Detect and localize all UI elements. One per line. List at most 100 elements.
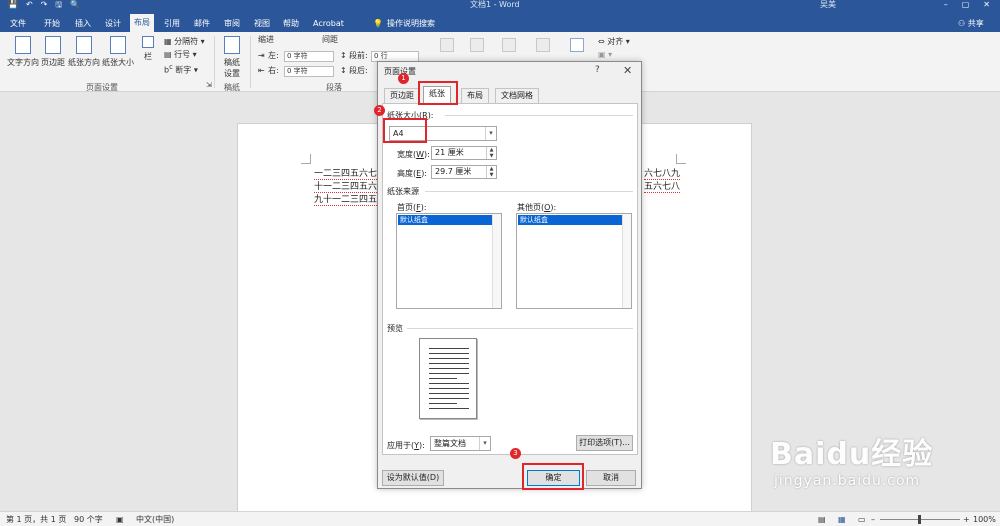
zoom-in-icon[interactable]: +	[963, 513, 970, 526]
first-page-tray-item[interactable]: 默认纸盒	[398, 215, 492, 225]
redo-icon[interactable]: ↷	[41, 0, 48, 10]
first-page-tray-list[interactable]: 默认纸盒	[396, 213, 502, 309]
preview-line	[429, 408, 469, 409]
close-icon[interactable]: ✕	[623, 64, 632, 77]
tab-help[interactable]: 帮助	[279, 15, 303, 32]
tab-home[interactable]: 开始	[40, 15, 64, 32]
doc-line-2-right: 五六七八	[644, 182, 681, 193]
page-setup-launcher-icon[interactable]: ⇲	[206, 80, 212, 91]
zoom-level[interactable]: 100%	[973, 513, 996, 526]
hyphenation-label: 断字	[175, 65, 192, 75]
other-pages-tray-item[interactable]: 默认纸盒	[518, 215, 622, 225]
tab-insert[interactable]: 插入	[71, 15, 95, 32]
draft-paper-label: 稿纸 设置	[224, 58, 240, 78]
orientation-button[interactable]: 纸张方向	[67, 36, 101, 68]
height-input[interactable]: 29.7 厘米 ▲ ▼	[431, 165, 497, 179]
macro-icon[interactable]: ▣	[116, 513, 124, 526]
width-input[interactable]: 21 厘米 ▲ ▼	[431, 146, 497, 160]
print-preview-icon[interactable]: 🖫	[55, 0, 62, 10]
position-icon[interactable]	[440, 38, 454, 52]
tell-me-search[interactable]: 💡 操作说明搜索	[373, 15, 435, 32]
line-numbers-button[interactable]: ▤ 行号 ▾	[164, 49, 197, 60]
text-direction-button[interactable]: 文字方向	[6, 36, 40, 68]
tab-file[interactable]: 文件	[6, 15, 30, 32]
print-layout-icon[interactable]: ▦	[838, 513, 846, 526]
size-button[interactable]: 纸张大小	[101, 36, 135, 68]
step-marker-2: 2	[374, 105, 385, 116]
list-scrollbar[interactable]	[622, 214, 631, 308]
align-button[interactable]: ⇔ 对齐 ▾	[598, 36, 630, 47]
width-value: 21 厘米	[435, 148, 464, 157]
draft-paper-icon	[224, 36, 240, 54]
tab-view[interactable]: 视图	[250, 15, 274, 32]
breaks-button[interactable]: ▦ 分隔符 ▾	[164, 36, 205, 47]
search-icon[interactable]: 🔍	[70, 0, 80, 10]
margins-button[interactable]: 页边距	[40, 36, 66, 68]
language[interactable]: 中文(中国)	[136, 513, 174, 526]
section-divider	[425, 191, 633, 192]
preview-line	[429, 398, 469, 399]
tab-document-grid[interactable]: 文档网格	[495, 88, 539, 103]
tab-acrobat[interactable]: Acrobat	[309, 15, 348, 32]
group-icon[interactable]: ▣ ▾	[598, 49, 612, 60]
step-marker-3: 3	[510, 448, 521, 459]
word-count[interactable]: 90 个字	[74, 513, 103, 526]
share-button[interactable]: ⚇ 共享	[958, 15, 984, 32]
height-value: 29.7 厘米	[435, 167, 472, 176]
help-icon[interactable]: ?	[595, 65, 600, 75]
section-divider	[407, 328, 633, 329]
tab-layout-dialog[interactable]: 布局	[461, 88, 489, 103]
spin-down-icon[interactable]: ▼	[486, 172, 496, 178]
selection-pane-icon[interactable]	[570, 38, 584, 52]
tab-mailings[interactable]: 邮件	[190, 15, 214, 32]
document-text-left[interactable]: 一二三四五六七 十一二三四五六 九十一二三四五	[314, 168, 378, 207]
highlight-paper-size	[383, 118, 427, 143]
document-text-right[interactable]: 六七八九 五六七八	[644, 168, 681, 194]
first-page-label: 首页(F):	[397, 203, 427, 212]
hyphenation-button[interactable]: bc 断字 ▾	[164, 62, 198, 76]
user-name[interactable]: 吴美	[820, 0, 836, 10]
spin-down-icon[interactable]: ▼	[486, 153, 496, 159]
chevron-down-icon: ▾	[485, 127, 496, 140]
columns-button[interactable]: 栏	[139, 36, 157, 62]
orientation-label: 纸张方向	[68, 58, 100, 67]
share-label: 共享	[967, 19, 984, 28]
zoom-slider-thumb[interactable]	[918, 515, 921, 524]
tab-design[interactable]: 设计	[101, 15, 125, 32]
other-pages-tray-list[interactable]: 默认纸盒	[516, 213, 632, 309]
wrap-text-icon[interactable]	[470, 38, 484, 52]
save-icon[interactable]: 💾	[8, 0, 18, 10]
web-layout-icon[interactable]: ▭	[858, 513, 866, 526]
zoom-out-icon[interactable]: –	[871, 513, 875, 526]
highlight-ok-button	[522, 463, 584, 490]
paper-source-label: 纸张来源	[387, 187, 419, 196]
indent-left-input[interactable]: 0 字符	[284, 51, 334, 62]
close-window-icon[interactable]: ✕	[983, 0, 990, 10]
apply-to-select[interactable]: 整篇文档 ▾	[430, 436, 491, 451]
tab-layout[interactable]: 布局	[130, 14, 154, 32]
maximize-icon[interactable]: ▢	[962, 0, 970, 10]
list-scrollbar[interactable]	[492, 214, 501, 308]
space-before-icon: ↕	[340, 51, 347, 60]
tab-references[interactable]: 引用	[160, 15, 184, 32]
read-mode-icon[interactable]: ▤	[818, 513, 826, 526]
page-count[interactable]: 第 1 页，共 1 页	[6, 513, 66, 526]
minimize-icon[interactable]: –	[944, 0, 948, 10]
tab-margins[interactable]: 页边距	[384, 88, 420, 103]
send-backward-icon[interactable]	[536, 38, 550, 52]
set-default-button[interactable]: 设为默认值(D)	[382, 470, 444, 486]
cancel-button[interactable]: 取消	[586, 470, 636, 486]
print-options-button[interactable]: 打印选项(T)...	[576, 435, 633, 451]
paper-size-icon	[110, 36, 126, 54]
preview-line	[429, 353, 469, 354]
columns-label: 栏	[144, 52, 152, 61]
tab-review[interactable]: 审阅	[220, 15, 244, 32]
bring-forward-icon[interactable]	[502, 38, 516, 52]
preview-line	[429, 358, 469, 359]
draft-paper-button[interactable]: 稿纸 设置	[220, 36, 244, 79]
orientation-icon	[76, 36, 92, 54]
doc-line-2: 十一二三四五六	[314, 182, 378, 193]
undo-icon[interactable]: ↶	[26, 0, 33, 10]
indent-right-input[interactable]: 0 字符	[284, 66, 334, 77]
status-bar: 第 1 页，共 1 页 90 个字 ▣ 中文(中国) ▤ ▦ ▭ – + 100…	[0, 511, 1000, 526]
